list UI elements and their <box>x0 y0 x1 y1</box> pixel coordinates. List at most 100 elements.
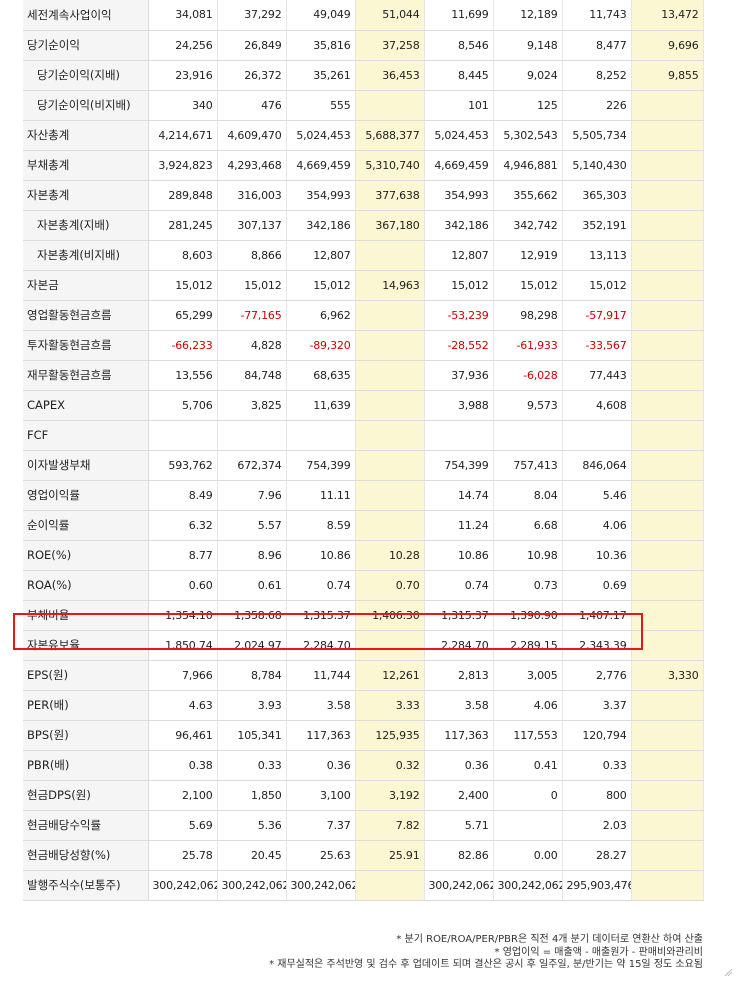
table-cell: 4.06 <box>562 510 632 541</box>
table-cell: 800 <box>562 780 632 811</box>
table-cell <box>493 810 563 841</box>
table-cell <box>631 510 704 541</box>
table-cell: 5,505,734 <box>562 120 632 151</box>
table-cell: 13,472 <box>631 0 704 31</box>
table-cell: 14,963 <box>355 270 425 301</box>
table-cell: 2,343.39 <box>562 630 632 661</box>
table-row: 자본유보율 1,850.74 2,024.97 2,284.70 2,284.70 2,2… <box>23 630 704 661</box>
table-cell: 342,742 <box>493 210 563 241</box>
table-cell: 4.06 <box>493 690 563 721</box>
table-row: 부채비율 1,354.10 1,358.68 1,315.37 1,406.30 1,31… <box>23 600 704 631</box>
table-cell: 15,012 <box>562 270 632 301</box>
table-cell: 125,935 <box>355 720 425 751</box>
table-cell: 25.78 <box>148 840 218 871</box>
table-cell: 3.37 <box>562 690 632 721</box>
table-cell: 11,699 <box>424 0 494 31</box>
table-row: PER(배) 4.63 3.93 3.58 3.33 3.58 4.06 3.37 <box>23 690 704 721</box>
table-cell: -89,320 <box>286 330 356 361</box>
table-cell: 0.73 <box>493 570 563 601</box>
table-cell: 10.36 <box>562 540 632 571</box>
table-cell: 7.37 <box>286 810 356 841</box>
table-cell: 0.32 <box>355 750 425 781</box>
table-cell <box>355 300 425 331</box>
financial-summary-table: 세전계속사업이익 34,081 37,292 49,049 51,044 11,699 12… <box>23 0 704 901</box>
table-cell: 51,044 <box>355 0 425 31</box>
row-label: 순이익률 <box>23 510 149 541</box>
table-cell: 13,556 <box>148 360 218 391</box>
table-cell: 300,242,062 <box>286 870 356 901</box>
table-cell: 754,399 <box>424 450 494 481</box>
table-cell: 1,406.30 <box>355 600 425 631</box>
table-cell: 3,825 <box>217 390 287 421</box>
table-cell: 1,390.90 <box>493 600 563 631</box>
row-label: EPS(원) <box>23 660 149 691</box>
table-cell <box>631 330 704 361</box>
table-row: 현금DPS(원) 2,100 1,850 3,100 3,192 2,400 0 800 <box>23 780 704 811</box>
table-cell: 6.68 <box>493 510 563 541</box>
table-cell <box>631 150 704 181</box>
table-row: CAPEX 5,706 3,825 11,639 3,988 9,573 4,608 <box>23 390 704 421</box>
table-cell: 26,849 <box>217 30 287 61</box>
table-cell: 8,866 <box>217 240 287 271</box>
footnote: * 재무실적은 주석반영 및 검수 후 업데이트 되며 결산은 공시 후 일주일… <box>269 959 703 970</box>
table-cell <box>355 240 425 271</box>
table-row: 자본총계(비지배) 8,603 8,866 12,807 12,807 12,919 13,… <box>23 240 704 271</box>
table-cell <box>631 840 704 871</box>
table-cell: 4,608 <box>562 390 632 421</box>
table-cell: 355,662 <box>493 180 563 211</box>
table-cell: 342,186 <box>424 210 494 241</box>
row-label: 자본유보율 <box>23 630 149 661</box>
table-cell: 3,988 <box>424 390 494 421</box>
table-cell: 5,706 <box>148 390 218 421</box>
table-cell: 8.04 <box>493 480 563 511</box>
table-cell: 316,003 <box>217 180 287 211</box>
row-label: PBR(배) <box>23 750 149 781</box>
table-cell <box>631 180 704 211</box>
table-cell: 25.91 <box>355 840 425 871</box>
table-cell: 295,903,476 <box>562 870 632 901</box>
table-cell: 3,100 <box>286 780 356 811</box>
row-label: 이자발생부채 <box>23 450 149 481</box>
table-cell <box>355 330 425 361</box>
table-cell: 28.27 <box>562 840 632 871</box>
table-cell: 1,850 <box>217 780 287 811</box>
table-row: 재무활동현금흐름 13,556 84,748 68,635 37,936 -6,028 77… <box>23 360 704 391</box>
table-cell: 5.36 <box>217 810 287 841</box>
table-row: 당기순이익 24,256 26,849 35,816 37,258 8,546 9,148 8… <box>23 30 704 61</box>
table-cell <box>217 420 287 451</box>
table-cell: 101 <box>424 90 494 121</box>
table-cell: 5.71 <box>424 810 494 841</box>
table-cell: 7.96 <box>217 480 287 511</box>
table-cell: 3.93 <box>217 690 287 721</box>
table-cell <box>355 480 425 511</box>
table-cell: 0.00 <box>493 840 563 871</box>
row-label: 부채총계 <box>23 150 149 181</box>
table-cell <box>631 450 704 481</box>
table-cell: 0.36 <box>424 750 494 781</box>
table-cell: 754,399 <box>286 450 356 481</box>
table-cell: 24,256 <box>148 30 218 61</box>
table-cell: 1,407.17 <box>562 600 632 631</box>
resize-grip-icon[interactable] <box>723 967 733 977</box>
table-cell <box>631 630 704 661</box>
table-cell: 13,113 <box>562 240 632 271</box>
table-cell: 2,400 <box>424 780 494 811</box>
table-cell: 352,191 <box>562 210 632 241</box>
table-row: 자산총계 4,214,671 4,609,470 5,024,453 5,688,377… <box>23 120 704 151</box>
table-cell: 4,293,468 <box>217 150 287 181</box>
table-cell: 354,993 <box>424 180 494 211</box>
table-cell: 10.86 <box>424 540 494 571</box>
table-cell: 5.57 <box>217 510 287 541</box>
row-label: 현금배당수익률 <box>23 810 149 841</box>
table-cell: 5.69 <box>148 810 218 841</box>
table-cell: 0.61 <box>217 570 287 601</box>
table-cell: 7,966 <box>148 660 218 691</box>
table-cell <box>631 870 704 901</box>
table-cell: 6,962 <box>286 300 356 331</box>
table-cell <box>631 360 704 391</box>
table-cell: 757,413 <box>493 450 563 481</box>
table-cell: 3,924,823 <box>148 150 218 181</box>
table-cell <box>355 630 425 661</box>
table-cell <box>631 240 704 271</box>
row-label: 자본총계(비지배) <box>23 240 149 271</box>
